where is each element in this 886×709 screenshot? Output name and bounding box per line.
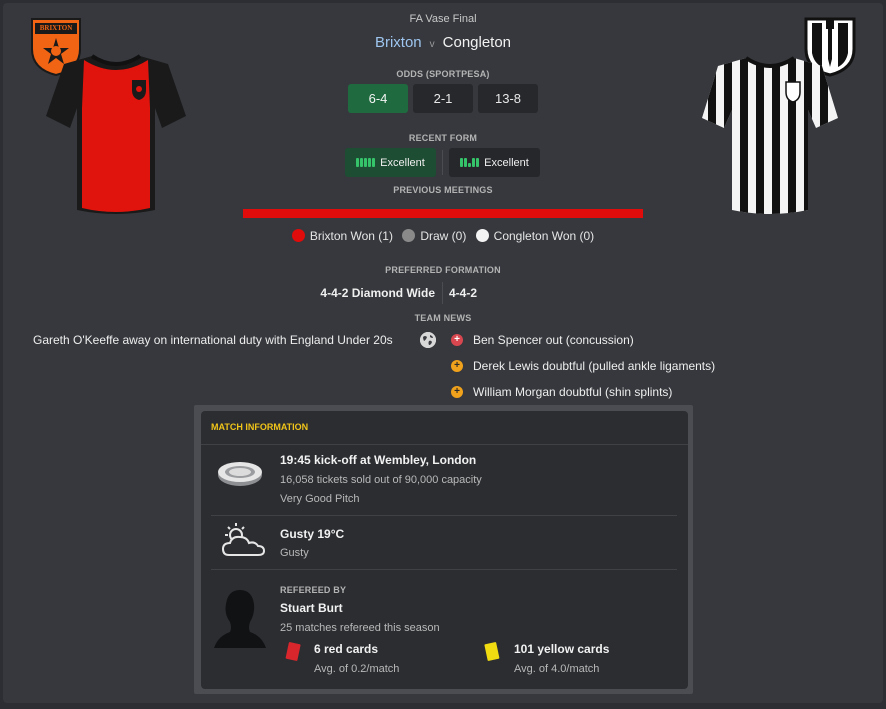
venue-divider xyxy=(211,515,677,516)
home-news-item[interactable]: Gareth O'Keeffe away on international du… xyxy=(33,333,393,347)
red-cards-average: Avg. of 0.2/match xyxy=(314,663,400,675)
injury-doubtful-icon: + xyxy=(451,386,463,398)
recent-form-label: RECENT FORM xyxy=(408,133,478,143)
referee-avatar[interactable] xyxy=(212,586,268,648)
previous-meetings-legend: Brixton Won (1) Draw (0) Congleton Won (… xyxy=(0,229,886,243)
weather-cloud-icon xyxy=(220,522,266,560)
previous-meetings-bar xyxy=(243,209,643,218)
odds-away-win[interactable]: 13-8 xyxy=(478,84,538,113)
previous-meetings-label: PREVIOUS MEETINGS xyxy=(393,185,493,195)
legend-home-won: Brixton Won (1) xyxy=(291,229,393,243)
home-formation[interactable]: 4-4-2 Diamond Wide xyxy=(320,286,435,300)
weather-detail: Gusty xyxy=(280,547,309,559)
legend-away-won: Congleton Won (0) xyxy=(475,229,594,243)
home-form-bars-icon xyxy=(356,158,376,167)
away-news-item-3[interactable]: + William Morgan doubtful (shin splints) xyxy=(451,385,672,399)
away-form-bars-icon xyxy=(460,158,480,167)
match-info-title: MATCH INFORMATION xyxy=(211,422,309,432)
match-info-divider xyxy=(201,444,688,445)
away-recent-form[interactable]: Excellent xyxy=(449,148,540,177)
referee-name[interactable]: Stuart Burt xyxy=(280,601,343,615)
weather-divider xyxy=(211,569,677,570)
tickets-sold: 16,058 tickets sold out of 90,000 capaci… xyxy=(280,474,482,486)
formation-label: PREFERRED FORMATION xyxy=(385,265,501,275)
away-team-link[interactable]: Congleton xyxy=(443,34,511,51)
legend-draw: Draw (0) xyxy=(402,229,466,243)
yellow-cards-total: 101 yellow cards xyxy=(514,642,610,656)
away-news-item-2[interactable]: + Derek Lewis doubtful (pulled ankle lig… xyxy=(451,359,715,373)
odds-label: ODDS (SPORTPESA) xyxy=(396,69,490,79)
away-formation[interactable]: 4-4-2 xyxy=(449,286,477,300)
red-dot-icon xyxy=(291,229,305,242)
form-divider xyxy=(442,150,443,175)
yellow-card-icon xyxy=(483,641,501,663)
globe-icon xyxy=(420,332,436,348)
odds-draw[interactable]: 2-1 xyxy=(413,84,473,113)
referee-matches: 25 matches refereed this season xyxy=(280,622,440,634)
red-cards-total: 6 red cards xyxy=(314,642,379,656)
injury-out-icon: + xyxy=(451,334,463,346)
stadium-icon xyxy=(217,458,263,488)
yellow-cards-average: Avg. of 4.0/match xyxy=(514,663,600,675)
weather-headline: Gusty 19°C xyxy=(280,527,345,541)
odds-buttons: 6-4 2-1 13-8 xyxy=(348,84,538,113)
pitch-condition: Very Good Pitch xyxy=(280,493,360,505)
away-news-item-1[interactable]: + Ben Spencer out (concussion) xyxy=(451,333,634,347)
formation-divider xyxy=(442,282,443,304)
away-form-text: Excellent xyxy=(484,156,529,169)
refereed-by-label: REFEREED BY xyxy=(280,585,347,595)
grey-dot-icon xyxy=(402,229,416,242)
red-card-icon xyxy=(284,641,302,663)
injury-doubtful-icon: + xyxy=(451,360,463,372)
versus-label: v xyxy=(429,39,435,50)
home-form-text: Excellent xyxy=(380,156,425,169)
odds-home-win[interactable]: 6-4 xyxy=(348,84,408,113)
white-dot-icon xyxy=(475,229,489,242)
home-team-link[interactable]: Brixton xyxy=(375,34,422,51)
team-news-label: TEAM NEWS xyxy=(414,313,472,323)
kickoff-venue[interactable]: 19:45 kick-off at Wembley, London xyxy=(280,453,476,467)
fixture-title: Brixton v Congleton xyxy=(0,34,886,51)
competition-name: FA Vase Final xyxy=(409,13,477,25)
home-recent-form[interactable]: Excellent xyxy=(345,148,436,177)
